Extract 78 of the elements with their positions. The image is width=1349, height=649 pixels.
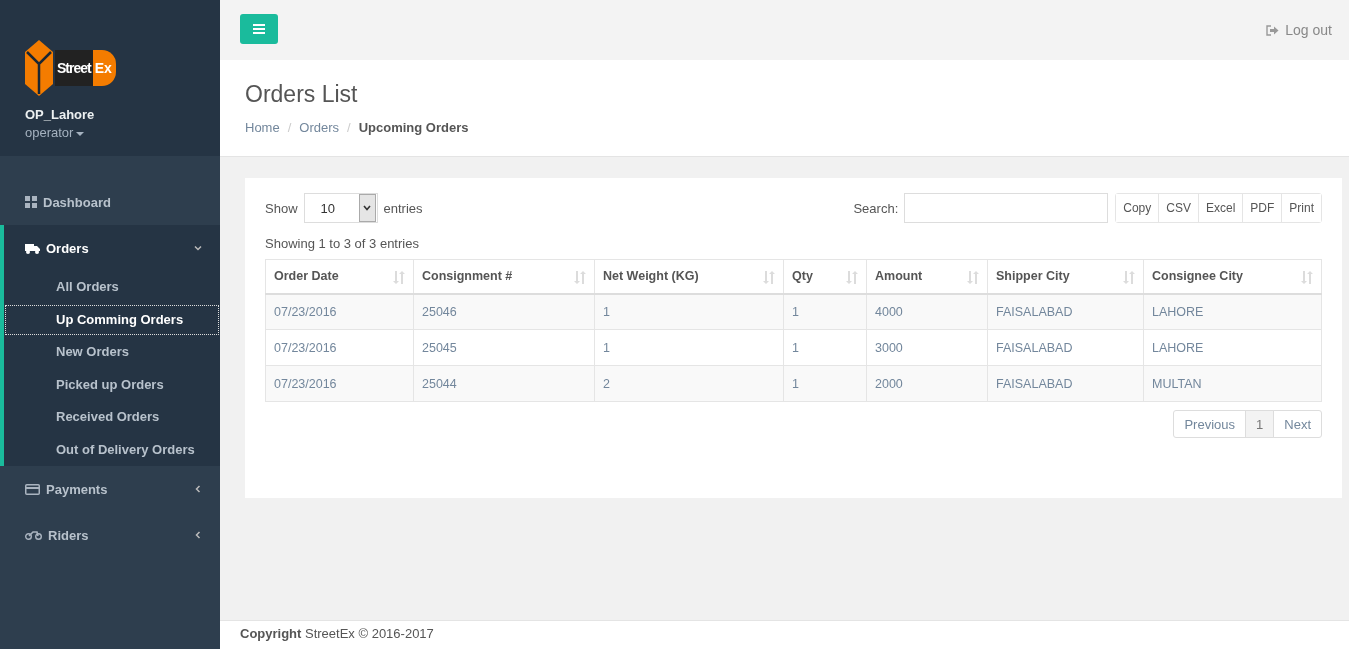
column-header[interactable]: Consignee City xyxy=(1143,259,1322,294)
column-header[interactable]: Shipper City xyxy=(987,259,1144,294)
pagination-button[interactable]: 1 xyxy=(1245,410,1275,438)
menu-item[interactable]: Riders xyxy=(4,512,220,558)
column-header[interactable]: Qty xyxy=(783,259,867,294)
search-field[interactable] xyxy=(904,193,1109,223)
sort-icon xyxy=(967,271,979,284)
column-header[interactable]: Amount xyxy=(866,259,988,294)
copyright-text: Copyright StreetEx © 2016-2017 xyxy=(240,626,434,641)
submenu-item[interactable]: All Orders xyxy=(4,271,220,304)
menu-toggle-button[interactable] xyxy=(240,14,278,44)
export-button[interactable]: Print xyxy=(1281,194,1321,222)
table-info: Showing 1 to 3 of 3 entries xyxy=(265,236,420,251)
page-title: Orders List xyxy=(245,81,359,108)
table-cell: 2 xyxy=(594,365,784,402)
sort-icon xyxy=(1301,271,1313,284)
menu-icon xyxy=(253,24,265,34)
table-cell: 3000 xyxy=(866,329,988,366)
table-cell: 1 xyxy=(783,293,867,330)
table-cell: FAISALABAD xyxy=(987,293,1144,330)
sort-icon xyxy=(393,271,405,284)
entries-label: entries xyxy=(383,200,423,216)
grid-icon xyxy=(25,196,37,208)
menu-item[interactable]: Orders xyxy=(4,225,220,271)
truck-icon xyxy=(25,242,40,254)
submenu-item[interactable]: New Orders xyxy=(4,336,220,369)
chevron-down-icon xyxy=(363,205,372,211)
table-cell: 1 xyxy=(783,329,867,366)
user-name: OP_Lahore xyxy=(25,107,96,122)
table-cell: LAHORE xyxy=(1143,293,1322,330)
logo-text: Street xyxy=(55,50,93,86)
pagination-button[interactable]: Next xyxy=(1273,410,1322,438)
sign-out-icon xyxy=(1266,24,1280,36)
menu-item[interactable]: Dashboard xyxy=(4,179,220,225)
table-cell: 1 xyxy=(594,293,784,330)
table-cell: 25045 xyxy=(413,329,595,366)
column-header[interactable]: Order Date xyxy=(265,259,414,294)
table-cell: 4000 xyxy=(866,293,988,330)
chevron-left-icon xyxy=(194,485,202,493)
table-cell: MULTAN xyxy=(1143,365,1322,402)
show-label: Show xyxy=(265,200,298,216)
table-cell: FAISALABAD xyxy=(987,365,1144,402)
sort-icon xyxy=(846,271,858,284)
table-cell: FAISALABAD xyxy=(987,329,1144,366)
sort-icon xyxy=(574,271,586,284)
column-header[interactable]: Net Weight (KG) xyxy=(594,259,784,294)
table-cell: 1 xyxy=(594,329,784,366)
breadcrumb-link[interactable]: Orders xyxy=(299,120,340,135)
search-label: Search: xyxy=(853,200,899,216)
pagination-button[interactable]: Previous xyxy=(1173,410,1247,438)
breadcrumb-link[interactable]: Home xyxy=(245,120,280,135)
table-cell: 1 xyxy=(783,365,867,402)
sort-icon xyxy=(1123,271,1135,284)
submenu-item[interactable]: Received Orders xyxy=(4,401,220,434)
chevron-left-icon xyxy=(194,531,202,539)
sort-icon xyxy=(763,271,775,284)
credit-card-icon xyxy=(25,483,40,495)
table-cell: 07/23/2016 xyxy=(265,329,414,366)
motorcycle-icon xyxy=(25,530,42,540)
table-cell: 25044 xyxy=(413,365,595,402)
chevron-down-icon xyxy=(194,244,202,252)
breadcrumb-separator: / xyxy=(287,120,292,135)
table-cell: 07/23/2016 xyxy=(265,293,414,330)
table-cell: LAHORE xyxy=(1143,329,1322,366)
submenu-item[interactable]: Picked up Orders xyxy=(4,368,220,401)
breadcrumb-link[interactable]: Upcoming Orders xyxy=(358,120,469,135)
box-logo-icon xyxy=(25,40,53,96)
page-size-select[interactable]: 10 xyxy=(303,193,378,223)
breadcrumb-separator: / xyxy=(347,120,351,135)
submenu-item[interactable]: Out of Delivery Orders xyxy=(4,433,220,466)
user-role-dropdown[interactable]: operator xyxy=(25,125,85,140)
table-cell: 25046 xyxy=(413,293,595,330)
logo-text: Ex xyxy=(92,50,116,86)
submenu-item[interactable]: Up Comming Orders xyxy=(4,303,220,336)
menu-item[interactable]: Payments xyxy=(4,466,220,512)
column-header[interactable]: Consignment # xyxy=(413,259,595,294)
table-cell: 2000 xyxy=(866,365,988,402)
table-cell: 07/23/2016 xyxy=(265,365,414,402)
